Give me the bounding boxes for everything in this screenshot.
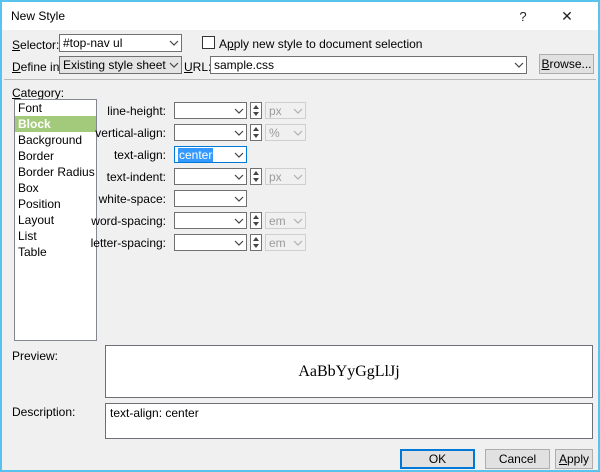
field-row-letter-spacing: letter-spacing: em bbox=[2, 234, 432, 251]
chevron-down-icon bbox=[232, 108, 246, 114]
chevron-down-icon bbox=[291, 174, 305, 180]
line-height-unit-combobox: px bbox=[265, 102, 306, 119]
line-height-spin-up-icon[interactable] bbox=[251, 103, 261, 111]
word-spacing-spinner bbox=[250, 212, 262, 229]
letter-spacing-unit-value: em bbox=[269, 236, 286, 250]
chevron-down-icon bbox=[291, 240, 305, 246]
word-spacing-spin-down-icon[interactable] bbox=[251, 221, 261, 229]
word-spacing-spin-up-icon[interactable] bbox=[251, 213, 261, 221]
url-combobox[interactable]: sample.css bbox=[210, 56, 527, 74]
text-align-value: center bbox=[178, 148, 213, 162]
field-row-text-indent: text-indent: px bbox=[2, 168, 432, 185]
text-indent-unit-combobox: px bbox=[265, 168, 306, 185]
help-icon: ? bbox=[519, 9, 526, 24]
field-row-text-align: text-align: center bbox=[2, 146, 432, 163]
fields-panel: line-height: px vertical-align:% text-align… bbox=[2, 102, 432, 256]
letter-spacing-combobox[interactable] bbox=[174, 234, 247, 251]
define-in-value: Existing style sheet bbox=[63, 58, 166, 72]
text-indent-combobox[interactable] bbox=[174, 168, 247, 185]
text-indent-spin-up-icon[interactable] bbox=[251, 169, 261, 177]
white-space-combobox[interactable] bbox=[174, 190, 247, 207]
text-indent-unit-value: px bbox=[269, 170, 282, 184]
vertical-align-combobox[interactable] bbox=[174, 124, 247, 141]
browse-button[interactable]: Browse... bbox=[539, 54, 594, 74]
chevron-down-icon bbox=[232, 152, 246, 158]
define-in-label: Define in: bbox=[12, 60, 63, 74]
chevron-down-icon bbox=[512, 62, 526, 68]
chevron-down-icon bbox=[232, 130, 246, 136]
text-align-label: text-align: bbox=[2, 148, 170, 162]
letter-spacing-spin-up-icon[interactable] bbox=[251, 235, 261, 243]
preview-box: AaBbYyGgLlJj bbox=[105, 345, 593, 398]
close-icon: ✕ bbox=[561, 8, 573, 25]
url-label: URL: bbox=[184, 60, 211, 74]
vertical-align-spin-up-icon[interactable] bbox=[251, 125, 261, 133]
text-align-combobox[interactable]: center bbox=[174, 146, 247, 163]
vertical-align-label: vertical-align: bbox=[2, 126, 170, 140]
text-indent-spin-down-icon[interactable] bbox=[251, 177, 261, 185]
apply-to-selection-checkbox[interactable] bbox=[202, 36, 215, 49]
category-label: Category: bbox=[12, 86, 64, 100]
line-height-spin-down-icon[interactable] bbox=[251, 111, 261, 119]
line-height-combobox[interactable] bbox=[174, 102, 247, 119]
ok-button[interactable]: OK bbox=[400, 449, 475, 469]
apply-to-selection-label[interactable]: Apply new style to document selection bbox=[219, 37, 422, 51]
description-text: text-align: center bbox=[110, 406, 199, 420]
description-box: text-align: center bbox=[105, 403, 593, 439]
letter-spacing-unit-combobox: em bbox=[265, 234, 306, 251]
text-indent-label: text-indent: bbox=[2, 170, 170, 184]
field-row-word-spacing: word-spacing: em bbox=[2, 212, 432, 229]
field-row-line-height: line-height: px bbox=[2, 102, 432, 119]
define-in-combobox[interactable]: Existing style sheet bbox=[59, 56, 182, 74]
chevron-down-icon bbox=[291, 108, 305, 114]
new-style-dialog: New Style ? ✕ Selector: #top-nav ul Appl… bbox=[0, 0, 600, 472]
vertical-align-unit-combobox: % bbox=[265, 124, 306, 141]
description-label: Description: bbox=[12, 405, 75, 419]
chevron-down-icon bbox=[167, 62, 181, 68]
white-space-label: white-space: bbox=[2, 192, 170, 206]
preview-sample-text: AaBbYyGgLlJj bbox=[298, 363, 399, 381]
vertical-align-spin-down-icon[interactable] bbox=[251, 133, 261, 141]
close-button[interactable]: ✕ bbox=[550, 2, 584, 30]
dialog-title: New Style bbox=[11, 9, 65, 23]
word-spacing-unit-combobox: em bbox=[265, 212, 306, 229]
selector-value: #top-nav ul bbox=[63, 36, 122, 50]
preview-label: Preview: bbox=[12, 349, 58, 363]
selector-label: Selector: bbox=[12, 38, 59, 52]
help-button[interactable]: ? bbox=[506, 2, 540, 30]
field-row-white-space: white-space: bbox=[2, 190, 432, 207]
field-row-vertical-align: vertical-align:% bbox=[2, 124, 432, 141]
apply-button[interactable]: Apply bbox=[555, 449, 593, 469]
chevron-down-icon bbox=[291, 130, 305, 136]
letter-spacing-spinner bbox=[250, 234, 262, 251]
chevron-down-icon bbox=[232, 174, 246, 180]
chevron-down-icon bbox=[291, 218, 305, 224]
line-height-spinner bbox=[250, 102, 262, 119]
vertical-align-unit-value: % bbox=[269, 126, 280, 140]
url-value: sample.css bbox=[214, 58, 274, 72]
vertical-align-spinner bbox=[250, 124, 262, 141]
title-bar[interactable]: New Style ? ✕ bbox=[2, 2, 598, 30]
letter-spacing-label: letter-spacing: bbox=[2, 236, 170, 250]
word-spacing-label: word-spacing: bbox=[2, 214, 170, 228]
word-spacing-unit-value: em bbox=[269, 214, 286, 228]
chevron-down-icon bbox=[232, 240, 246, 246]
separator-line bbox=[4, 79, 596, 80]
letter-spacing-spin-down-icon[interactable] bbox=[251, 243, 261, 251]
word-spacing-combobox[interactable] bbox=[174, 212, 247, 229]
cancel-button[interactable]: Cancel bbox=[485, 449, 550, 469]
line-height-label: line-height: bbox=[2, 104, 170, 118]
selector-combobox[interactable]: #top-nav ul bbox=[59, 34, 182, 52]
chevron-down-icon bbox=[167, 40, 181, 46]
chevron-down-icon bbox=[232, 218, 246, 224]
line-height-unit-value: px bbox=[269, 104, 282, 118]
text-indent-spinner bbox=[250, 168, 262, 185]
chevron-down-icon bbox=[232, 196, 246, 202]
